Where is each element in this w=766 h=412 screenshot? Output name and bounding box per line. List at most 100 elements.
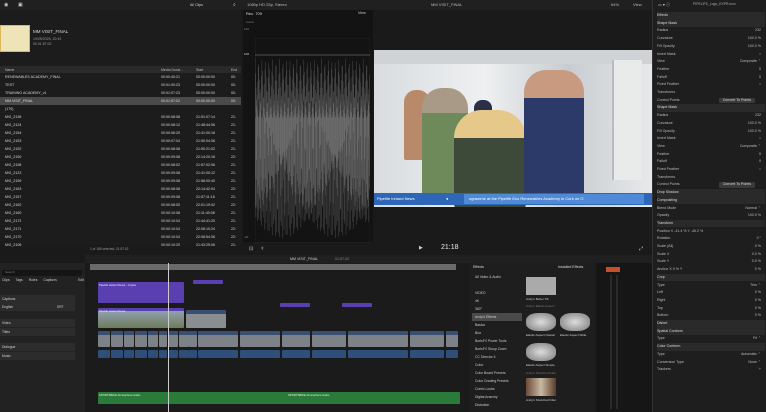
- audio-clip[interactable]: [312, 350, 346, 358]
- tab-clips[interactable]: Clips: [2, 278, 10, 282]
- audio-clip[interactable]: [198, 350, 238, 358]
- inspector-value[interactable]: 0 %: [755, 305, 761, 313]
- inspector-row[interactable]: Scale (All) 0 %: [657, 243, 765, 251]
- effect-thumb[interactable]: [526, 343, 556, 361]
- browser-row[interactable]: MVI_2159 00:00:09:08 21:58:00:40 21:: [0, 177, 241, 185]
- browser-row[interactable]: MVI_2153 00:00:07:04 21:50:04:08 21:: [0, 137, 241, 145]
- inspector-row[interactable]: Anchor X 0 % Y 0 %: [657, 266, 765, 274]
- inspector-row[interactable]: Control Points Convert To Points: [657, 181, 765, 189]
- inspector-row[interactable]: Transforms: [657, 89, 765, 97]
- inspector-value[interactable]: Normal ⌃: [745, 205, 761, 213]
- timeline[interactable]: Pipelife Ireland News - Crysta Pipelife …: [88, 263, 470, 412]
- inspector-value[interactable]: 0.0 %: [752, 258, 761, 266]
- import-icon[interactable]: ◉: [4, 2, 8, 8]
- inspector-value[interactable]: 0: [759, 74, 761, 82]
- effect-category[interactable]: BorisFX Power Tools: [472, 337, 522, 345]
- browser-row[interactable]: MVI_2163 00:00:08:08 22:14:42:04 22:: [0, 185, 241, 193]
- convert-to-points-button[interactable]: Convert To Points: [718, 182, 755, 188]
- inspector-value[interactable]: 232: [755, 112, 761, 120]
- inspector-value[interactable]: 0: [759, 66, 761, 74]
- project-thumbnail[interactable]: [0, 25, 30, 52]
- inspector-value[interactable]: Composite ⌃: [740, 58, 761, 66]
- effect-category[interactable]: Andy's Effects: [472, 313, 522, 321]
- effect-thumb[interactable]: [526, 277, 556, 295]
- inspector-row[interactable]: Distort: [657, 320, 765, 328]
- zoom-select[interactable]: 64%: [611, 0, 619, 10]
- inspector-value[interactable]: 0 %: [755, 289, 761, 297]
- inspector-value[interactable]: Automatic ⌃: [741, 351, 761, 359]
- transform-icon[interactable]: ⊡: [249, 246, 253, 252]
- role-titles[interactable]: Titles: [0, 328, 75, 336]
- inspector-value[interactable]: 0 %: [755, 266, 761, 274]
- inspector-row[interactable]: View Composite ⌃: [657, 58, 765, 66]
- convert-to-points-button[interactable]: Convert To Points: [718, 97, 755, 104]
- inspector-row[interactable]: Feather 0: [657, 151, 765, 159]
- effect-category[interactable]: Color Grading Presets: [472, 377, 522, 385]
- inspector-row[interactable]: Shape Mask: [657, 104, 765, 112]
- col-name[interactable]: Name: [5, 68, 14, 72]
- video-clip[interactable]: [98, 331, 110, 347]
- inspector-row[interactable]: Transforms: [657, 174, 765, 182]
- effect-category[interactable]: VIDEO: [472, 289, 522, 297]
- inspector-row[interactable]: Rotation 0 °: [657, 235, 765, 243]
- browser-row[interactable]: MVI_2152 00:00:08:08 21:50:21:02 21:: [0, 145, 241, 153]
- browser-row[interactable]: RENEWABLES ACADEMY_FINAL 00:00:40:21 00:00…: [0, 73, 241, 81]
- inspector-row[interactable]: Top 0 %: [657, 305, 765, 313]
- inspector-row[interactable]: Compositing: [657, 196, 765, 205]
- effect-category[interactable]: Color Board Presets: [472, 369, 522, 377]
- video-clip[interactable]: [135, 331, 147, 347]
- inspector-value[interactable]: 100.0 %: [748, 120, 761, 128]
- fullscreen-icon[interactable]: ⤢: [639, 246, 643, 252]
- audio-clip[interactable]: [240, 350, 280, 358]
- keywords-icon[interactable]: ▣: [18, 2, 23, 8]
- col-duration[interactable]: Media Durat...: [161, 68, 183, 72]
- effect-thumb[interactable]: [526, 378, 556, 396]
- inspector-value[interactable]: +: [759, 366, 761, 374]
- inspector-row[interactable]: Shape Mask: [657, 19, 765, 28]
- inspector-row[interactable]: Feather 0: [657, 66, 765, 74]
- effect-thumb[interactable]: [526, 313, 556, 331]
- effect-name[interactable]: Andy's Better Tilt: [526, 297, 548, 301]
- effect-category[interactable]: Color: [472, 361, 522, 369]
- edit-roles-button[interactable]: Edit: [78, 278, 84, 282]
- effect-category[interactable]: CC Director 4: [472, 353, 522, 361]
- browser-row[interactable]: MVI_2171 00:00:10:04 22:08:10:24 22:: [0, 225, 241, 233]
- effect-name[interactable]: Elastic Aspect Classic: [526, 333, 555, 337]
- audio-clip[interactable]: [410, 350, 444, 358]
- effect-name[interactable]: Elastic Aspect Wide: [560, 333, 586, 337]
- effect-category[interactable]: [472, 281, 522, 289]
- inspector-value[interactable]: 0 °: [757, 235, 761, 243]
- inspector-row[interactable]: Falloff 0: [657, 158, 765, 166]
- video-clip[interactable]: [240, 331, 280, 347]
- inspector-row[interactable]: Position X -41.4 % Y -46.2 %: [657, 228, 765, 236]
- browser-row[interactable]: TEST 00:01:00:23 00:00:00:00 00:: [0, 81, 241, 89]
- effect-thumb[interactable]: [560, 313, 590, 331]
- inspector-row[interactable]: Spatial Conform: [657, 327, 765, 336]
- role-video[interactable]: Video: [0, 319, 75, 327]
- browser-row[interactable]: MVI_2150 00:00:09:08 22:14:20:16 22:: [0, 153, 241, 161]
- browser-row[interactable]: MVI_2154 00:00:06:20 21:41:00:18 21:: [0, 129, 241, 137]
- inspector-row[interactable]: Radius 232: [657, 27, 765, 35]
- browser-row[interactable]: MVI_2160 00:00:10:08 21:11:40:08 21:: [0, 209, 241, 217]
- video-clip[interactable]: [159, 331, 167, 347]
- inspector-row[interactable]: Type Automatic ⌃: [657, 351, 765, 359]
- video-clip[interactable]: [198, 331, 238, 347]
- browser-row[interactable]: MVI_2157 00:00:09:08 21:57:11:16 21:: [0, 193, 241, 201]
- audio-clip[interactable]: [135, 350, 147, 358]
- audio-clip[interactable]: [282, 350, 310, 358]
- col-end[interactable]: End: [231, 68, 237, 72]
- video-clip[interactable]: [312, 331, 346, 347]
- inspector-row[interactable]: Fill Opacity 100.0 %: [657, 128, 765, 136]
- inspector-row[interactable]: Falloff 0: [657, 74, 765, 82]
- inspector-row[interactable]: Invert Mask ○: [657, 135, 765, 143]
- browser-row[interactable]: MVI_2123 00:00:09:08 21:41:00:12 21:: [0, 169, 241, 177]
- timeline-ruler[interactable]: [90, 264, 456, 270]
- inspector-row[interactable]: Conversion Type None ⌃: [657, 359, 765, 367]
- inspector-value[interactable]: 100.0 %: [748, 35, 761, 43]
- enhance-icon[interactable]: ⚕: [261, 246, 264, 252]
- audio-clip[interactable]: [111, 350, 123, 358]
- video-inspector-icon[interactable]: ▭ ▾ ⓘ: [658, 2, 670, 8]
- effect-category[interactable]: Basics: [472, 321, 522, 329]
- inspector-row[interactable]: Fill Opacity 100.0 %: [657, 43, 765, 51]
- view-menu[interactable]: View: [633, 0, 642, 10]
